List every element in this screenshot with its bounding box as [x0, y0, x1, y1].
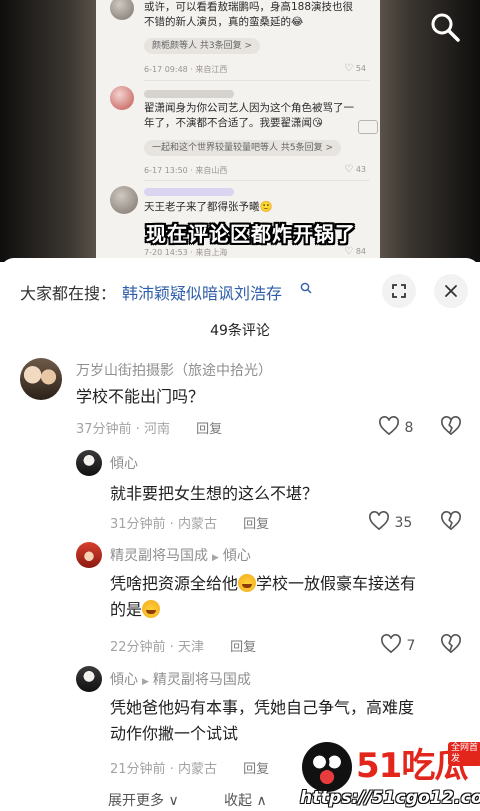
collapse-button[interactable]: 收起 ∧: [224, 790, 267, 810]
expand-more-button[interactable]: 展开更多 ∨: [108, 790, 179, 810]
avatar[interactable]: [76, 542, 102, 568]
comment-count: 49条评论: [210, 323, 270, 339]
embedded-comment-meta: 6-17 09:48 · 来自江西: [144, 65, 228, 74]
embedded-replies-pill: 颜栀颜等人 共3条回复 >: [144, 38, 260, 54]
embedded-username-blurred: [144, 90, 234, 98]
comment-meta: 22分钟前 · 天津 回复: [110, 636, 256, 655]
like-button[interactable]: 8: [378, 416, 413, 436]
comment-meta: 31分钟前 · 内蒙古 回复: [110, 513, 269, 532]
embedded-avatar: [110, 0, 134, 20]
like-button[interactable]: 7: [380, 634, 415, 654]
comment-username-line: 傾心 ▶ 精灵副将马国成: [110, 669, 251, 689]
like-count: 7: [406, 638, 416, 654]
embedded-avatar: [110, 186, 138, 214]
comment-meta: 37分钟前 · 河南 回复: [76, 418, 222, 437]
broken-heart-icon: [441, 416, 461, 436]
search-icon[interactable]: [428, 10, 462, 44]
like-count: 8: [404, 420, 414, 436]
sticker-icon: [358, 120, 378, 134]
heart-icon: [381, 634, 401, 654]
divider: [144, 180, 370, 181]
comment-username[interactable]: 傾心: [110, 453, 138, 473]
site-watermark: 51吃瓜 全网首发 https://51cgo12.com: [300, 738, 480, 811]
heart-icon: [369, 511, 389, 531]
comment-time-place: 22分钟前 · 天津: [110, 640, 204, 655]
embedded-username-blurred: [144, 188, 234, 196]
close-button[interactable]: [434, 274, 468, 308]
comment-username[interactable]: 傾心: [110, 672, 138, 688]
embedded-like: ♡ 54: [344, 63, 366, 74]
mascot-logo-icon: [302, 742, 352, 792]
dislike-button[interactable]: [440, 634, 462, 658]
video-blur-left: [0, 0, 96, 262]
video-player[interactable]: 或许，可以看看敖瑞鹏吗，身高188演技也很不错的新人演员，真的蛮桑延的😂 颜栀颜…: [0, 0, 480, 262]
embedded-replies-pill: 一起和这个世界较量较量吧等人 共5条回复 >: [144, 140, 341, 156]
reply-arrow-icon: ▶: [212, 553, 219, 563]
broken-heart-icon: [441, 511, 461, 531]
crying-laugh-emoji-icon: [142, 600, 161, 618]
comment-meta: 21分钟前 · 内蒙古 回复: [110, 758, 269, 777]
expand-button[interactable]: [382, 274, 416, 308]
dislike-button[interactable]: [440, 511, 462, 535]
search-icon: [300, 282, 312, 297]
reply-button[interactable]: 回复: [243, 762, 269, 777]
dislike-button[interactable]: [440, 416, 462, 440]
embedded-comment-meta: 6-17 13:50 · 来自山西: [144, 166, 228, 175]
comment-time-place: 31分钟前 · 内蒙古: [110, 517, 217, 532]
embedded-like: ♡ 84: [344, 246, 366, 257]
embedded-comment-meta: 7-20 14:53 · 来自上海: [144, 248, 228, 257]
embedded-comment-text: 翟潇闻身为你公司艺人因为这个角色被骂了一年了，不演都不合适了。我要翟潇闻😘: [144, 102, 354, 129]
embedded-comment-text: 或许，可以看看敖瑞鹏吗，身高188演技也很不错的新人演员，真的蛮桑延的😂: [144, 1, 354, 28]
avatar[interactable]: [76, 450, 102, 476]
comment-username-line: 精灵副将马国成 ▶ 傾心: [110, 545, 251, 565]
video-subtitle: 现在评论区都炸开锅了: [146, 222, 356, 246]
reply-button[interactable]: 回复: [196, 422, 222, 437]
comment-time-place: 21分钟前 · 内蒙古: [110, 762, 217, 777]
crying-laugh-emoji-icon: [238, 574, 257, 592]
heart-icon: [379, 416, 399, 436]
comment-body: 学校不能出门吗？: [76, 387, 205, 406]
embedded-avatar: [110, 86, 134, 110]
comment-body: 凭啥把资源全给他 学校一放假豪车接送有 的是: [110, 574, 417, 619]
divider: [144, 80, 370, 81]
watermark-url: https://51cgo12.com: [300, 788, 480, 808]
like-button[interactable]: 35: [368, 511, 412, 531]
comment-username[interactable]: 万岁山街拍摄影（旅途中拾光）: [76, 360, 272, 380]
embedded-like: ♡ 43: [344, 164, 366, 175]
reply-arrow-icon: ▶: [142, 677, 149, 687]
heart-icon: ♡: [344, 164, 354, 175]
expand-icon: [392, 284, 406, 298]
close-icon: [445, 285, 457, 297]
heart-icon: ♡: [344, 246, 354, 257]
broken-heart-icon: [441, 634, 461, 654]
heart-icon: ♡: [344, 63, 354, 74]
trending-search-link[interactable]: 韩沛颖疑似暗讽刘浩存: [122, 280, 282, 304]
comment-time-place: 37分钟前 · 河南: [76, 422, 170, 437]
reply-button[interactable]: 回复: [243, 517, 269, 532]
comment-sheet: 大家都在搜： 韩沛颖疑似暗讽刘浩存 49条评论 万岁山街拍摄影（旅途中拾光） 学…: [0, 258, 480, 811]
comment-body: 就非要把女生想的这么不堪？: [110, 484, 319, 503]
like-count: 35: [394, 515, 413, 531]
reply-button[interactable]: 回复: [230, 640, 256, 655]
trending-search-prefix: 大家都在搜：: [20, 284, 117, 303]
reply-to-username[interactable]: 傾心: [223, 548, 251, 564]
avatar[interactable]: [20, 358, 62, 400]
reply-to-username[interactable]: 精灵副将马国成: [153, 672, 251, 688]
watermark-tag: 全网首发: [448, 742, 480, 766]
embedded-comment-text: 天王老子来了都得张予曦🙂: [144, 201, 273, 213]
comment-username[interactable]: 精灵副将马国成: [110, 548, 208, 564]
avatar[interactable]: [76, 666, 102, 692]
